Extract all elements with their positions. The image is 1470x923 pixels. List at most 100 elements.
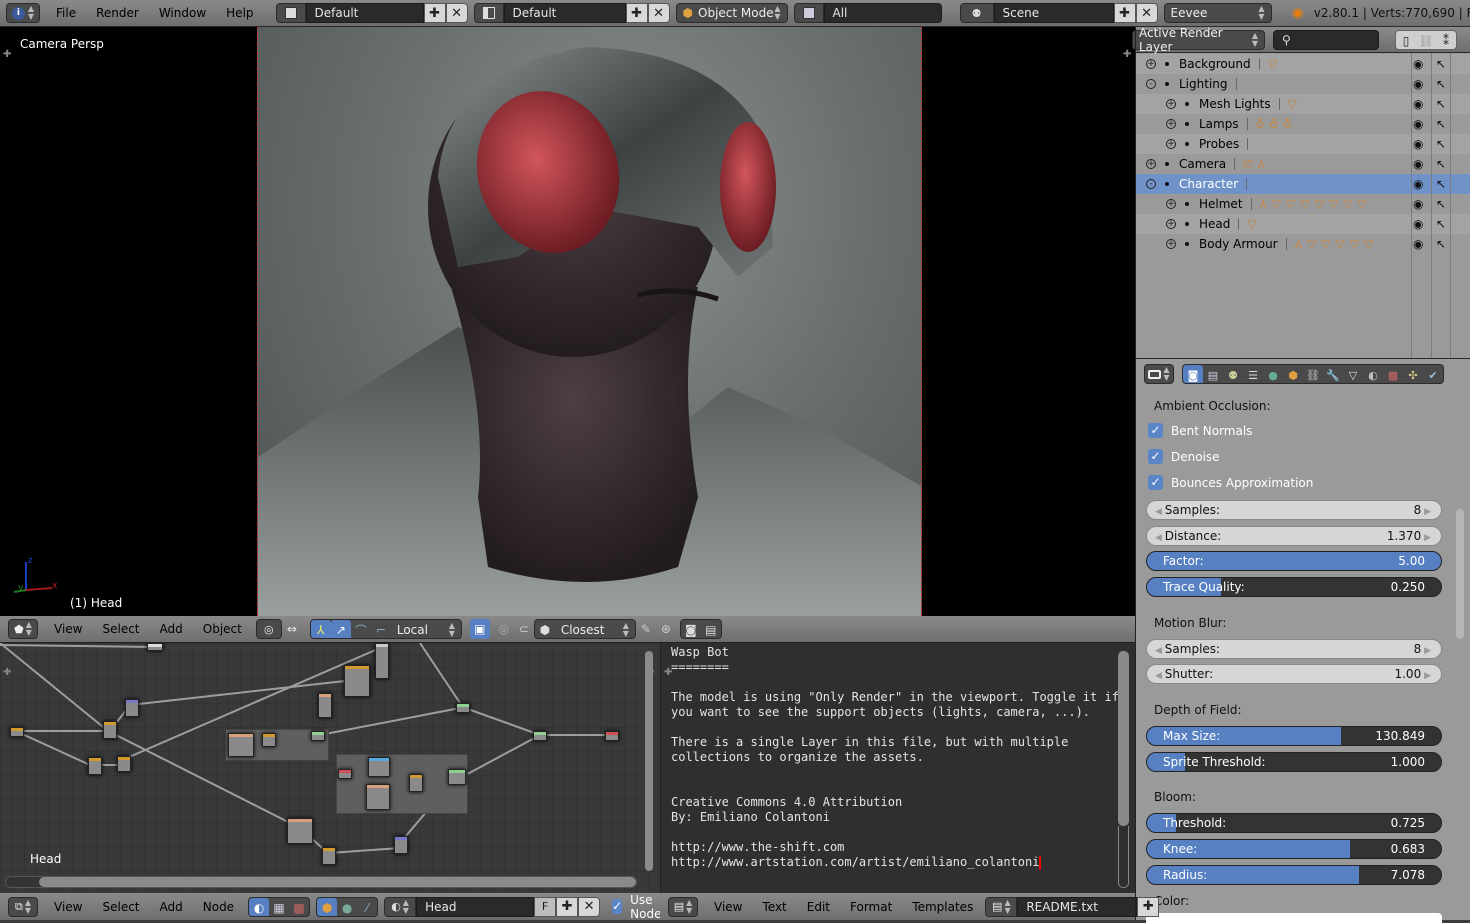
outliner-row[interactable]: - Lighting ◉ ↖ — [1136, 74, 1470, 94]
mesh-icon[interactable]: ▽ — [1364, 237, 1373, 251]
scene-field[interactable]: Scene — [993, 3, 1114, 23]
lamp-icon[interactable]: ♁ — [1283, 117, 1292, 131]
snap-toggle-button[interactable]: ⊂ — [514, 619, 534, 639]
select-arrow-icon[interactable]: ↖ — [1436, 217, 1446, 231]
menu-templates[interactable]: Templates — [902, 900, 983, 914]
node[interactable] — [10, 727, 24, 737]
node[interactable] — [322, 847, 336, 865]
expand-icon[interactable]: + — [1166, 239, 1176, 249]
expand-toolbar-button[interactable]: ✚ — [664, 667, 672, 678]
select-arrow-icon[interactable]: ↖ — [1436, 97, 1446, 111]
world-shader-button[interactable]: ● — [337, 898, 357, 916]
mesh-icon[interactable]: ▽ — [1307, 237, 1316, 251]
mode-dropdown[interactable]: ⬢ Object Mode ▲ ▼ — [675, 3, 788, 23]
dof-sprite-threshold-slider[interactable]: Sprite Threshold: 1.000 — [1146, 752, 1442, 772]
tab-world[interactable]: ● — [1263, 365, 1283, 383]
menu-object[interactable]: Object — [193, 622, 252, 636]
text-browse-button[interactable]: ▤ ▲ ▼ — [985, 896, 1018, 917]
outliner-row[interactable]: + Head ▽ ◉ ↖ — [1136, 214, 1470, 234]
outliner-row-label[interactable]: Character — [1179, 177, 1238, 191]
node-editor-vscrollbar[interactable] — [645, 651, 653, 871]
eye-icon[interactable]: ◉ — [1413, 237, 1423, 251]
eye-icon[interactable]: ◉ — [1413, 77, 1423, 91]
node[interactable] — [318, 693, 332, 718]
text-line[interactable]: There is a single Layer in this file, bu… — [671, 735, 1068, 750]
outliner-row-label[interactable]: Body Armour — [1199, 237, 1278, 251]
empty-icon[interactable]: ⅄ — [1258, 157, 1265, 171]
new-collection-button[interactable]: ▯ — [1396, 31, 1416, 49]
text-line[interactable]: ======== — [671, 660, 729, 675]
mesh-icon[interactable]: ▽ — [1286, 197, 1295, 211]
expand-icon[interactable]: + — [1166, 99, 1176, 109]
layer-lock-button[interactable]: ▣ — [469, 619, 490, 639]
node[interactable] — [125, 699, 139, 717]
mesh-icon[interactable]: ▽ — [1268, 57, 1277, 71]
select-arrow-icon[interactable]: ↖ — [1436, 57, 1446, 71]
node[interactable] — [262, 733, 276, 747]
tab-material[interactable]: ◐ — [1363, 365, 1383, 383]
delete-workspace-button[interactable]: ✕ — [647, 3, 670, 23]
tab-object[interactable]: ⬢ — [1283, 365, 1303, 383]
text-editor-scrollbar[interactable] — [1118, 651, 1129, 826]
menu-edit[interactable]: Edit — [797, 900, 840, 914]
menu-file[interactable]: File — [46, 6, 86, 20]
text-line[interactable]: collections to organize the assets. — [671, 750, 924, 765]
unlink-collection-button[interactable]: ⁑ — [1436, 31, 1456, 49]
area-divider[interactable] — [1135, 27, 1136, 920]
expand-toolbar-button[interactable]: ✚ — [3, 667, 11, 678]
menu-node[interactable]: Node — [193, 900, 244, 914]
expand-icon[interactable]: + — [1166, 219, 1176, 229]
ao-distance-field[interactable]: ◀ Distance: 1.370 ▶ — [1146, 526, 1442, 546]
node[interactable] — [394, 836, 408, 854]
eye-icon[interactable]: ◉ — [1413, 117, 1423, 131]
menu-select[interactable]: Select — [92, 900, 149, 914]
text-line[interactable]: Wasp Bot — [671, 645, 729, 660]
node[interactable] — [117, 756, 131, 772]
mesh-icon[interactable]: ▽ — [1329, 197, 1338, 211]
outliner-search-input[interactable]: ⚲ — [1273, 29, 1379, 50]
menu-format[interactable]: Format — [840, 900, 902, 914]
ao-trace-quality-slider[interactable]: Trace Quality: 0.250 — [1146, 577, 1442, 597]
mesh-icon[interactable]: ▽ — [1335, 237, 1344, 251]
node[interactable] — [311, 731, 325, 741]
tab-data[interactable]: ▽ — [1343, 365, 1363, 383]
lamp-icon[interactable]: ♁ — [1269, 117, 1278, 131]
screen-layout-type-button[interactable] — [275, 3, 306, 23]
opengl-render-button[interactable]: ◙ — [681, 620, 701, 638]
proportional-edit-button[interactable]: ◎ — [494, 619, 514, 639]
text-line[interactable]: http://www.artstation.com/artist/emilian… — [671, 855, 1039, 870]
menu-window[interactable]: Window — [149, 6, 216, 20]
outliner-row-label[interactable]: Helmet — [1199, 197, 1243, 211]
collapse-icon[interactable]: - — [1146, 179, 1156, 189]
rotate-manipulator[interactable]: ⌒ — [351, 620, 371, 638]
delete-screen-button[interactable]: ✕ — [445, 3, 468, 23]
outliner-row[interactable]: + Background ▽ ◉ ↖ — [1136, 54, 1470, 74]
outliner-row-label[interactable]: Camera — [1179, 157, 1226, 171]
mesh-icon[interactable]: ▽ — [1288, 97, 1297, 111]
dof-max-size-slider[interactable]: Max Size: 130.849 — [1146, 726, 1442, 746]
3d-viewport[interactable]: Camera Persp ✚ ✚ z x y (1) Head — [0, 27, 1135, 616]
outliner-row[interactable]: + Lamps ♁ ♁ ♁ ◉ ↖ — [1136, 114, 1470, 134]
workspace-type-button[interactable] — [473, 3, 504, 23]
mb-samples-field[interactable]: ◀ Samples: 8 ▶ — [1146, 639, 1442, 659]
outliner-row-label[interactable]: Mesh Lights — [1199, 97, 1271, 111]
bent-normals-checkbox[interactable]: ✓ Bent Normals — [1148, 423, 1252, 438]
view-layer-type-button[interactable] — [793, 3, 824, 23]
outliner-display-mode-dropdown[interactable]: Active Render Layer ▲ ▼ — [1132, 26, 1265, 54]
tab-physics[interactable]: ✔ — [1423, 365, 1443, 383]
node[interactable] — [287, 818, 313, 844]
ao-factor-slider[interactable]: Factor: 5.00 — [1146, 551, 1442, 571]
menu-add[interactable]: Add — [150, 900, 193, 914]
area-divider[interactable] — [0, 642, 1135, 643]
editor-type-3dview-button[interactable]: ⬟ ▲ ▼ — [8, 619, 38, 639]
snap-element-button[interactable]: ⬢ — [535, 620, 555, 638]
mesh-icon[interactable]: ▽ — [1247, 217, 1256, 231]
menu-add[interactable]: Add — [150, 622, 193, 636]
proportional-icon[interactable]: ⇔ — [282, 619, 302, 639]
new-text-button[interactable]: ✚ — [1137, 896, 1160, 917]
ao-samples-field[interactable]: ◀ Samples: 8 ▶ — [1146, 500, 1442, 520]
eye-icon[interactable]: ◉ — [1413, 197, 1423, 211]
mesh-icon[interactable]: ▽ — [1272, 197, 1281, 211]
node[interactable] — [456, 703, 470, 713]
text-editor[interactable]: Wasp Bot ======== The model is using "Only… — [660, 643, 1136, 893]
